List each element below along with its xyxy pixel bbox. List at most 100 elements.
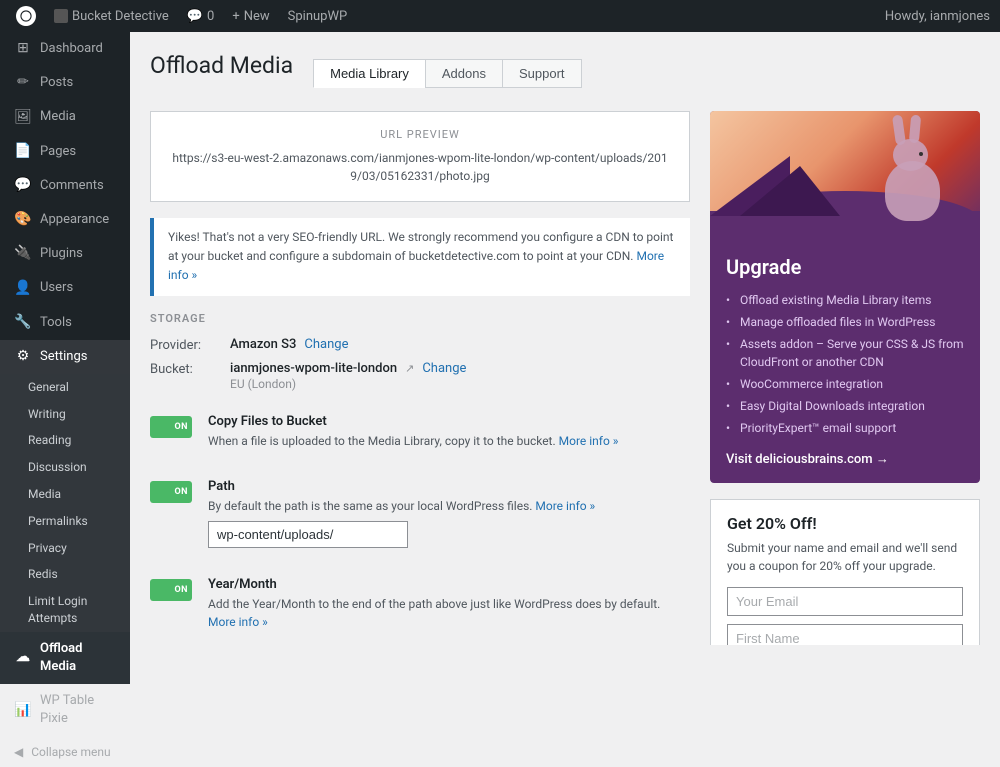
submenu-item-media[interactable]: Media (0, 481, 130, 508)
path-more-link[interactable]: More info » (535, 499, 595, 513)
dashboard-icon: ⊞ (14, 40, 32, 58)
coupon-desc: Submit your name and email and we'll sen… (727, 539, 963, 575)
sidebar-item-posts[interactable]: ✏Posts (0, 66, 130, 100)
upgrade-features-list: Offload existing Media Library items Man… (726, 289, 964, 439)
admin-sidebar: ⊞Dashboard ✏Posts 🖼Media 📄Pages 💬Comment… (0, 32, 130, 645)
copy-files-toggle[interactable]: ON (150, 416, 192, 438)
sidebar-item-plugins[interactable]: 🔌Plugins (0, 237, 130, 271)
sidebar-item-settings[interactable]: ⚙Settings General Writing Reading Discus… (0, 340, 130, 632)
upgrade-feature-1: Manage offloaded files in WordPress (726, 311, 964, 333)
year-month-toggle[interactable]: ON (150, 579, 192, 601)
year-month-more-link[interactable]: More info » (208, 615, 268, 629)
bucket-label: Bucket: (150, 361, 230, 377)
upgrade-feature-3: WooCommerce integration (726, 373, 964, 395)
tab-media-library[interactable]: Media Library (313, 59, 425, 88)
submenu-item-permalinks[interactable]: Permalinks (0, 508, 130, 535)
plugins-icon: 🔌 (14, 245, 32, 263)
page-title: Offload Media (150, 52, 293, 79)
submenu-item-general[interactable]: General (0, 374, 130, 401)
sidebar-item-dashboard[interactable]: ⊞Dashboard (0, 32, 130, 66)
upgrade-title: Upgrade (726, 255, 964, 279)
copy-files-desc: When a file is uploaded to the Media Lib… (208, 432, 690, 450)
warning-text: Yikes! That's not a very SEO-friendly UR… (168, 230, 673, 263)
upgrade-feature-5: PriorityExpert™ email support (726, 417, 964, 439)
tab-support[interactable]: Support (502, 59, 582, 88)
coupon-firstname-input[interactable] (727, 624, 963, 645)
bucket-change-link[interactable]: Change (422, 361, 466, 376)
wptable-icon: 📊 (14, 701, 32, 719)
main-content: Offload Media Media Library Addons Suppo… (130, 32, 1000, 645)
path-toggle[interactable]: ON (150, 481, 192, 503)
sidebar-item-wptable[interactable]: 📊WP Table Pixie (0, 684, 130, 736)
sidebar-item-pages[interactable]: 📄Pages (0, 135, 130, 169)
offload-media-icon: ☁ (14, 649, 32, 667)
admin-bar: Bucket Detective 💬 0 + New SpinupWP Howd… (0, 0, 1000, 32)
sidebar-item-offload-media[interactable]: ☁Offload Media (0, 632, 130, 684)
path-setting: ON Path By default the path is the same … (150, 464, 690, 562)
sidebar-item-media[interactable]: 🖼Media (0, 100, 130, 134)
visit-deliciousbrains-link[interactable]: Visit deliciousbrains.com → (726, 451, 964, 467)
coupon-box: Get 20% Off! Submit your name and email … (710, 499, 980, 645)
url-preview-label: URL PREVIEW (171, 128, 669, 141)
collapse-icon: ◀ (14, 745, 23, 759)
seo-warning: Yikes! That's not a very SEO-friendly UR… (150, 218, 690, 296)
upgrade-feature-4: Easy Digital Downloads integration (726, 395, 964, 417)
coupon-email-input[interactable] (727, 587, 963, 616)
copy-files-setting: ON Copy Files to Bucket When a file is u… (150, 399, 690, 464)
copy-files-more-link[interactable]: More info » (559, 434, 619, 448)
year-month-desc: Add the Year/Month to the end of the pat… (208, 595, 690, 631)
submenu-item-discussion[interactable]: Discussion (0, 454, 130, 481)
provider-change-link[interactable]: Change (304, 337, 348, 352)
collapse-menu-button[interactable]: ◀ Collapse menu (0, 737, 130, 767)
site-name[interactable]: Bucket Detective (48, 9, 175, 24)
url-preview-url: https://s3-eu-west-2.amazonaws.com/ianmj… (171, 149, 669, 185)
submenu-item-redis[interactable]: Redis (0, 561, 130, 588)
media-icon: 🖼 (14, 108, 32, 126)
sidebar-item-users[interactable]: 👤Users (0, 271, 130, 305)
year-month-setting: ON Year/Month Add the Year/Month to the … (150, 562, 690, 645)
wp-logo[interactable] (10, 6, 42, 26)
settings-submenu: General Writing Reading Discussion Media… (0, 374, 130, 632)
sidebar-item-tools[interactable]: 🔧Tools (0, 306, 130, 340)
submenu-item-reading[interactable]: Reading (0, 427, 130, 454)
spinupwp-link[interactable]: SpinupWP (282, 9, 354, 24)
provider-value: Amazon S3 (230, 337, 296, 352)
path-input[interactable] (208, 521, 408, 548)
url-preview-box: URL PREVIEW https://s3-eu-west-2.amazona… (150, 111, 690, 202)
upgrade-feature-0: Offload existing Media Library items (726, 289, 964, 311)
path-title: Path (208, 479, 690, 494)
sidebar-item-comments[interactable]: 💬Comments (0, 169, 130, 203)
storage-title: STORAGE (150, 312, 690, 325)
copy-files-title: Copy Files to Bucket (208, 414, 690, 429)
tab-addons[interactable]: Addons (425, 59, 502, 88)
comments-link[interactable]: 💬 0 (181, 9, 221, 24)
submenu-item-writing[interactable]: Writing (0, 401, 130, 428)
provider-row: Provider: Amazon S3 Change (150, 337, 690, 353)
users-icon: 👤 (14, 279, 32, 297)
sidebar-item-appearance[interactable]: 🎨Appearance (0, 203, 130, 237)
posts-icon: ✏ (14, 74, 32, 92)
upgrade-box: Upgrade Offload existing Media Library i… (710, 111, 980, 483)
provider-label: Provider: (150, 337, 230, 353)
tools-icon: 🔧 (14, 314, 32, 332)
year-month-title: Year/Month (208, 577, 690, 592)
bucket-region: EU (London) (230, 377, 466, 391)
path-desc: By default the path is the same as your … (208, 497, 690, 515)
bucket-row: Bucket: ianmjones-wpom-lite-london ↗ Cha… (150, 361, 690, 391)
howdy-menu[interactable]: Howdy, ianmjones (885, 9, 990, 24)
upgrade-feature-2: Assets addon – Serve your CSS & JS from … (726, 333, 964, 373)
submenu-item-privacy[interactable]: Privacy (0, 535, 130, 562)
bucket-value: ianmjones-wpom-lite-london (230, 361, 397, 376)
appearance-icon: 🎨 (14, 211, 32, 229)
main-menu: ⊞Dashboard ✏Posts 🖼Media 📄Pages 💬Comment… (0, 32, 130, 737)
storage-section: STORAGE Provider: Amazon S3 Change Bucke… (150, 312, 690, 645)
submenu-item-limit-login[interactable]: Limit Login Attempts (0, 588, 130, 632)
new-content-link[interactable]: + New (226, 9, 275, 24)
coupon-title: Get 20% Off! (727, 514, 963, 533)
pages-icon: 📄 (14, 143, 32, 161)
comments-icon: 💬 (14, 177, 32, 195)
settings-icon: ⚙ (14, 348, 32, 366)
external-link-icon: ↗ (405, 362, 414, 375)
right-sidebar: Upgrade Offload existing Media Library i… (710, 111, 980, 645)
tab-bar: Media Library Addons Support (313, 59, 581, 88)
